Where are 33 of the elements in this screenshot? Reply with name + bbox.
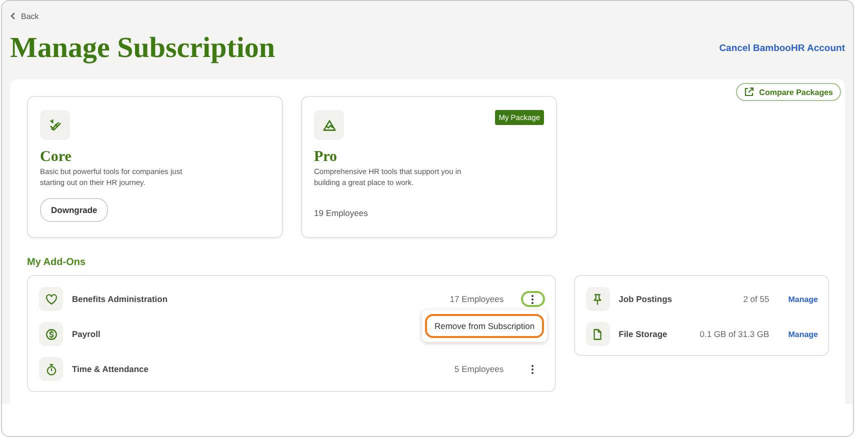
back-button[interactable]: Back (10, 12, 39, 20)
downgrade-button[interactable]: Downgrade (40, 198, 108, 222)
page-title: Manage Subscription (10, 32, 276, 64)
heart-icon (44, 292, 58, 306)
employee-count: 19 Employees (314, 208, 369, 218)
employee-count: 5 Employees (454, 364, 504, 374)
cancel-account-link[interactable]: Cancel BambooHR Account (719, 42, 845, 54)
employee-count: 17 Employees (450, 294, 504, 304)
compare-packages-button[interactable]: Compare Packages (736, 83, 841, 101)
usage-name: File Storage (618, 329, 668, 339)
stopwatch-icon (44, 362, 58, 376)
manage-link[interactable]: Manage (788, 330, 818, 338)
file-icon (591, 328, 604, 340)
manage-link[interactable]: Manage (788, 294, 818, 304)
kebab-icon (531, 364, 534, 374)
more-options-button[interactable] (520, 291, 545, 307)
mountain-icon (322, 118, 336, 132)
package-name: Pro (314, 149, 338, 166)
usage-amount: 2 of 55 (743, 294, 770, 304)
kebab-icon (531, 294, 534, 304)
bamboo-icon (48, 118, 62, 132)
addon-name: Time & Attendance (72, 364, 150, 374)
chevron-left-icon (10, 12, 16, 20)
external-link-icon (744, 87, 754, 97)
pin-icon (591, 292, 604, 306)
usage-amount: 0.1 GB of 31.3 GB (700, 329, 770, 339)
addon-name: Payroll (72, 329, 102, 339)
section-heading: My Add-Ons (27, 257, 87, 268)
menu-item[interactable]: Remove from Subscription (425, 314, 544, 338)
package-name: Core (40, 149, 72, 166)
dollar-icon (44, 328, 58, 340)
addon-name: Benefits Administration (72, 294, 169, 304)
usage-name: Job Postings (618, 294, 673, 304)
